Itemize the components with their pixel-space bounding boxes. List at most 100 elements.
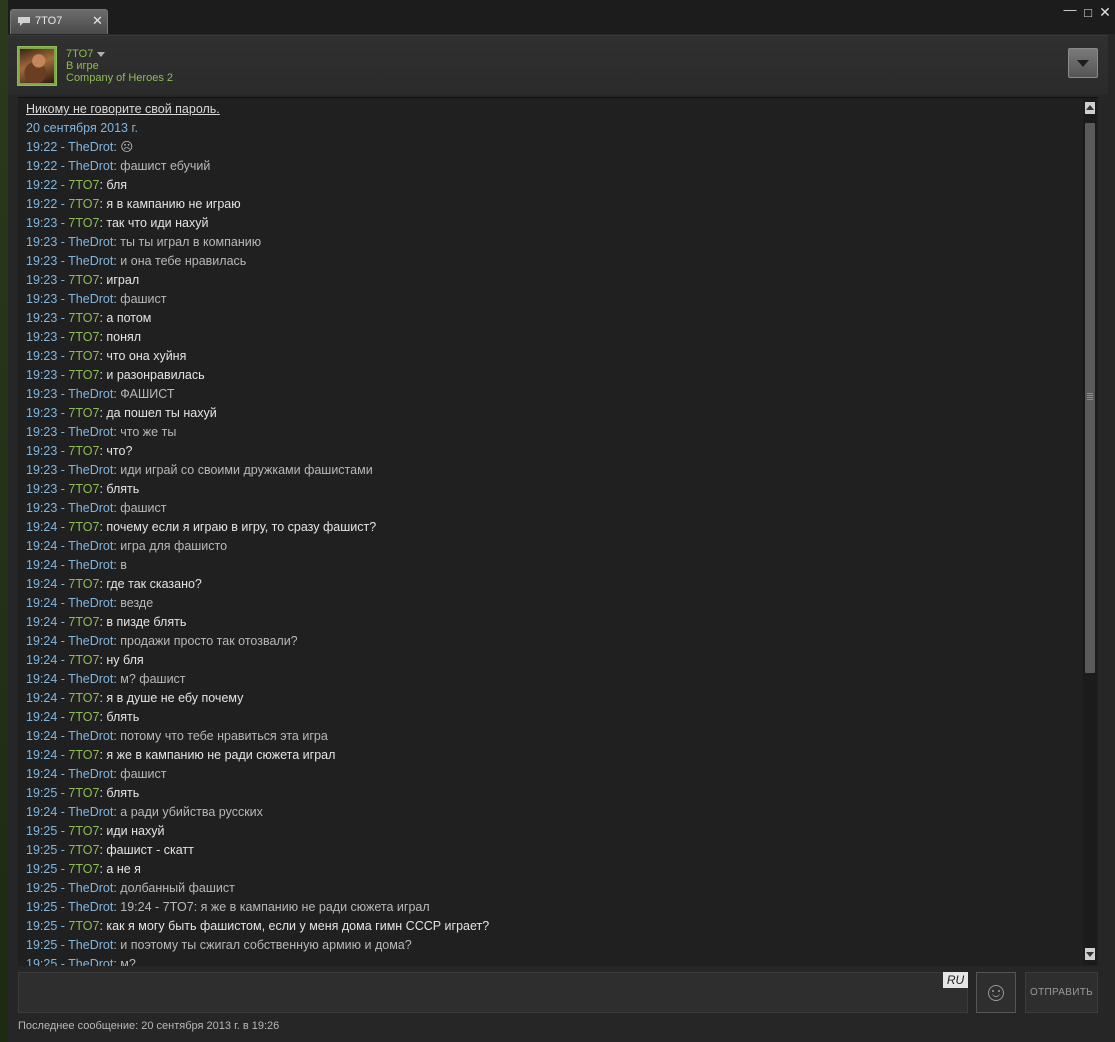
message-time: 19:23 xyxy=(26,330,58,344)
message-author[interactable]: TheDrot xyxy=(68,672,113,686)
message-author[interactable]: 7TO7 xyxy=(68,349,99,363)
message-author[interactable]: TheDrot xyxy=(68,425,113,439)
chat-log[interactable]: Никому не говорите свой пароль. 20 сентя… xyxy=(18,97,1098,966)
friend-header: 7TO7 В игре Company of Heroes 2 xyxy=(8,35,1108,94)
password-warning: Никому не говорите свой пароль. xyxy=(26,102,220,116)
chat-message: 19:23 - TheDrot: ФАШИСТ xyxy=(26,387,175,401)
message-author[interactable]: 7TO7 xyxy=(68,197,99,211)
minimize-icon[interactable]: — xyxy=(1062,2,1078,17)
message-author[interactable]: 7TO7 xyxy=(68,843,99,857)
message-author[interactable]: 7TO7 xyxy=(68,311,99,325)
message-time: 19:22 xyxy=(26,159,58,173)
chat-message: 19:23 - 7TO7: что? xyxy=(26,444,133,458)
message-author[interactable]: 7TO7 xyxy=(68,577,99,591)
scroll-up-button[interactable] xyxy=(1085,102,1095,114)
caret-down-icon[interactable] xyxy=(97,51,106,57)
message-text: фашист xyxy=(120,292,167,306)
message-author[interactable]: TheDrot xyxy=(68,501,113,515)
message-time: 19:24 xyxy=(26,634,58,648)
message-author[interactable]: TheDrot xyxy=(68,558,113,572)
avatar[interactable] xyxy=(17,46,57,86)
message-author[interactable]: TheDrot xyxy=(68,235,113,249)
message-time: 19:23 xyxy=(26,387,58,401)
message-author[interactable]: TheDrot xyxy=(68,767,113,781)
title-bar: 7TO7 ✕ — □ ✕ xyxy=(8,0,1115,34)
options-dropdown-button[interactable] xyxy=(1068,48,1098,78)
scroll-down-button[interactable] xyxy=(1085,948,1095,960)
message-author[interactable]: 7TO7 xyxy=(68,710,99,724)
message-time: 19:23 xyxy=(26,311,58,325)
message-author[interactable]: 7TO7 xyxy=(68,919,99,933)
message-author[interactable]: 7TO7 xyxy=(68,444,99,458)
message-author[interactable]: 7TO7 xyxy=(68,615,99,629)
chat-message: 19:23 - 7TO7: так что иди нахуй xyxy=(26,216,209,230)
message-author[interactable]: 7TO7 xyxy=(68,273,99,287)
message-author[interactable]: 7TO7 xyxy=(68,824,99,838)
message-author[interactable]: TheDrot xyxy=(68,254,113,268)
message-author[interactable]: TheDrot xyxy=(68,900,113,914)
message-author[interactable]: 7TO7 xyxy=(68,520,99,534)
message-author[interactable]: 7TO7 xyxy=(68,406,99,420)
message-text: фашист - скатт xyxy=(106,843,194,857)
tab-close-icon[interactable]: ✕ xyxy=(92,13,103,29)
message-time: 19:25 xyxy=(26,919,58,933)
message-author[interactable]: TheDrot xyxy=(68,292,113,306)
message-text: ты ты играл в компанию xyxy=(120,235,262,249)
message-input[interactable] xyxy=(19,973,967,1012)
message-time: 19:24 xyxy=(26,805,58,819)
message-author[interactable]: TheDrot xyxy=(68,463,113,477)
message-author[interactable]: TheDrot xyxy=(68,957,113,966)
message-author[interactable]: 7TO7 xyxy=(68,748,99,762)
message-text: блять xyxy=(106,482,140,496)
message-text: иди играй со своими дружками фашистами xyxy=(120,463,373,477)
send-button[interactable]: ОТПРАВИТЬ xyxy=(1025,972,1098,1013)
message-author[interactable]: TheDrot xyxy=(68,140,113,154)
emoticon-button[interactable] xyxy=(976,972,1016,1013)
chat-message: 19:23 - TheDrot: фашист xyxy=(26,292,167,306)
message-author[interactable]: TheDrot xyxy=(68,387,113,401)
message-author[interactable]: 7TO7 xyxy=(68,482,99,496)
message-text: и разонравилась xyxy=(106,368,205,382)
message-text: я в кампанию не играю xyxy=(106,197,241,211)
message-author[interactable]: TheDrot xyxy=(68,729,113,743)
message-author[interactable]: TheDrot xyxy=(68,159,113,173)
friend-name-label: 7TO7 xyxy=(66,48,94,60)
message-text: ФАШИСТ xyxy=(120,387,175,401)
friend-name[interactable]: 7TO7 xyxy=(66,48,106,60)
message-author[interactable]: 7TO7 xyxy=(68,216,99,230)
message-time: 19:23 xyxy=(26,273,58,287)
message-time: 19:24 xyxy=(26,596,58,610)
message-author[interactable]: TheDrot xyxy=(68,881,113,895)
chat-scrollbar[interactable] xyxy=(1083,99,1097,965)
friend-status: В игре xyxy=(66,60,99,72)
close-icon[interactable]: ✕ xyxy=(1097,4,1113,21)
message-time: 19:24 xyxy=(26,558,58,572)
message-time: 19:22 xyxy=(26,178,58,192)
maximize-icon[interactable]: □ xyxy=(1080,5,1096,20)
message-author[interactable]: TheDrot xyxy=(68,938,113,952)
message-text: иди нахуй xyxy=(106,824,165,838)
message-text: долбанный фашист xyxy=(120,881,235,895)
scroll-thumb[interactable] xyxy=(1085,123,1095,673)
message-text: фашист ебучий xyxy=(120,159,211,173)
message-author[interactable]: 7TO7 xyxy=(68,330,99,344)
chat-message: 19:24 - TheDrot: фашист xyxy=(26,767,167,781)
message-text: ну бля xyxy=(106,653,144,667)
message-author[interactable]: 7TO7 xyxy=(68,368,99,382)
chat-message: 19:25 - TheDrot: м? xyxy=(26,955,1078,966)
tab-chat[interactable]: 7TO7 ✕ xyxy=(10,9,108,34)
message-author[interactable]: TheDrot xyxy=(68,539,113,553)
message-author[interactable]: TheDrot xyxy=(68,805,113,819)
message-author[interactable]: TheDrot xyxy=(68,634,113,648)
message-author[interactable]: TheDrot xyxy=(68,596,113,610)
message-time: 19:23 xyxy=(26,425,58,439)
message-text: блять xyxy=(106,710,140,724)
message-author[interactable]: 7TO7 xyxy=(68,862,99,876)
message-author[interactable]: 7TO7 xyxy=(68,786,99,800)
chat-message: 19:23 - 7TO7: играл xyxy=(26,273,140,287)
message-input-box[interactable] xyxy=(18,972,968,1013)
message-author[interactable]: 7TO7 xyxy=(68,178,99,192)
message-author[interactable]: 7TO7 xyxy=(68,691,99,705)
chat-message: 19:22 - 7TO7: бля xyxy=(26,178,128,192)
message-author[interactable]: 7TO7 xyxy=(68,653,99,667)
